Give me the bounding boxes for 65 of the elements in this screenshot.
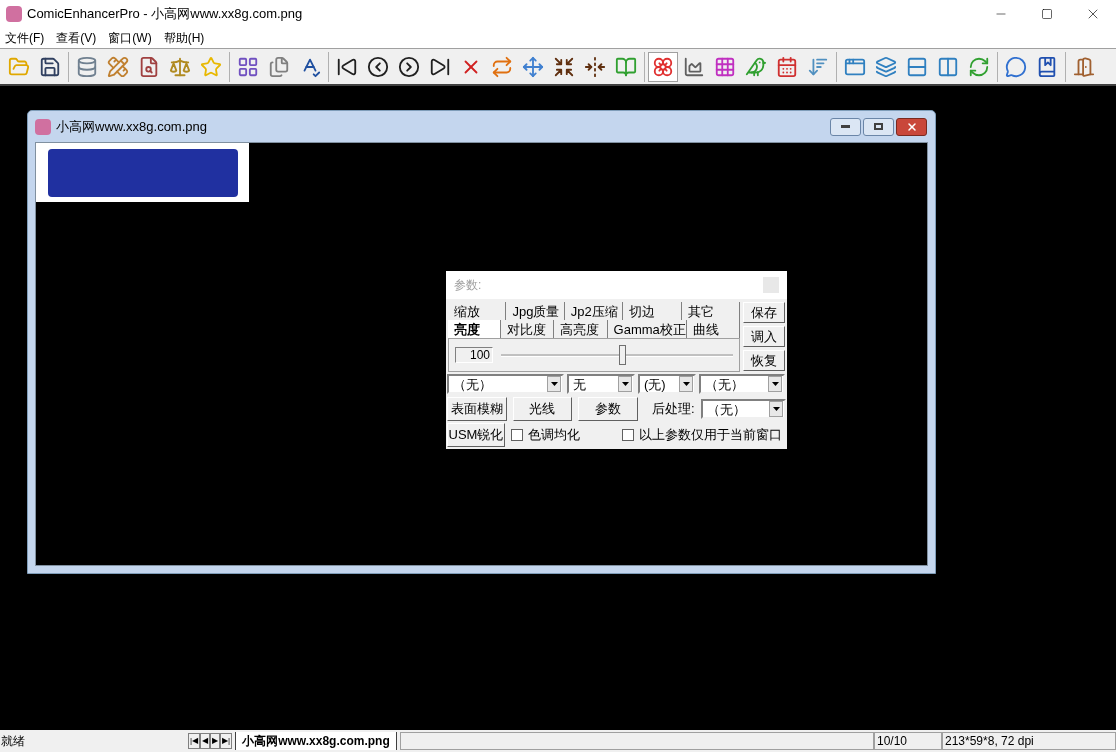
tab[interactable]: 亮度 — [448, 320, 502, 338]
panel-title: 参数: — [454, 277, 482, 294]
folder-icon — [8, 55, 30, 78]
menu-item[interactable]: 查看(V) — [51, 29, 102, 47]
vertical-tile-icon — [937, 55, 959, 78]
help-book-icon — [1036, 55, 1058, 78]
menu-item[interactable]: 帮助(H) — [158, 29, 210, 47]
document-magnifier-icon — [138, 55, 160, 78]
close-icon — [905, 120, 918, 133]
window-title: ComicEnhancerPro - 小高网www.xx8g.com.png — [27, 5, 303, 24]
swap-arrows-icon — [491, 55, 513, 78]
menu-item[interactable]: 窗口(W) — [103, 29, 157, 47]
pages-icon — [268, 55, 290, 78]
scale-icon — [169, 55, 191, 78]
nav-button[interactable]: |◀ — [188, 733, 201, 749]
checkbox[interactable] — [511, 429, 523, 441]
image-info: 213*59*8, 72 dpi — [942, 732, 1116, 750]
close-button[interactable] — [896, 117, 927, 136]
post-process-label: 后处理: — [651, 400, 695, 419]
next-icon — [398, 55, 420, 78]
refresh-windows-icon — [968, 55, 990, 78]
maximize-icon — [1041, 8, 1053, 20]
palette-grid-icon — [714, 55, 736, 78]
image-icon — [35, 118, 51, 135]
shrink-icon — [553, 55, 575, 78]
dropdown[interactable]: （无） — [700, 399, 786, 419]
app-icon — [6, 6, 22, 22]
document-tab[interactable]: 小高网www.xx8g.com.png — [235, 732, 397, 750]
menu-item[interactable]: 文件(F) — [0, 29, 50, 47]
calendar-icon — [776, 55, 798, 78]
nav-button[interactable]: ▶| — [220, 733, 233, 749]
status-message: 就绪 — [0, 733, 26, 750]
side-button[interactable]: 调入 — [743, 326, 785, 347]
page-count: 10/10 — [874, 732, 942, 750]
exit-door-icon — [1073, 55, 1095, 78]
parrot-icon — [745, 55, 767, 78]
move-icon — [522, 55, 544, 78]
dropdown[interactable]: 无 — [567, 374, 635, 394]
child-window-title: 小高网www.xx8g.com.png — [56, 117, 207, 136]
fold-icon — [584, 55, 606, 78]
slider-track[interactable] — [501, 344, 733, 366]
side-button[interactable]: 恢复 — [743, 350, 785, 371]
action-button[interactable]: 光线 — [512, 397, 573, 421]
pencil-ruler-icon — [107, 55, 129, 78]
star-icon — [200, 55, 222, 78]
previous-icon — [367, 55, 389, 78]
action-button[interactable]: 表面模糊 — [447, 397, 507, 421]
dropdown[interactable]: (无) — [638, 374, 696, 394]
action-button[interactable]: 参数 — [578, 397, 638, 421]
chat-icon — [1005, 55, 1027, 78]
horizontal-tile-icon — [906, 55, 928, 78]
usm-sharpen-button[interactable]: USM锐化 — [447, 423, 505, 447]
checkbox-label: 色调均化 — [528, 426, 580, 445]
cascade-windows-icon — [875, 55, 897, 78]
color-grid-icon — [237, 55, 259, 78]
minimize-button[interactable] — [830, 117, 861, 136]
restore-button[interactable] — [863, 117, 894, 136]
dropdown[interactable]: （无） — [699, 374, 785, 394]
side-button[interactable]: 保存 — [743, 302, 785, 323]
checkbox-label: 以上参数仅用于当前窗口 — [639, 426, 782, 445]
slider-thumb[interactable] — [618, 345, 626, 365]
checkbox[interactable] — [622, 429, 634, 441]
value-field[interactable]: 100 — [455, 347, 493, 363]
dropdown[interactable]: （无） — [447, 374, 564, 394]
area-chart-icon — [683, 55, 705, 78]
